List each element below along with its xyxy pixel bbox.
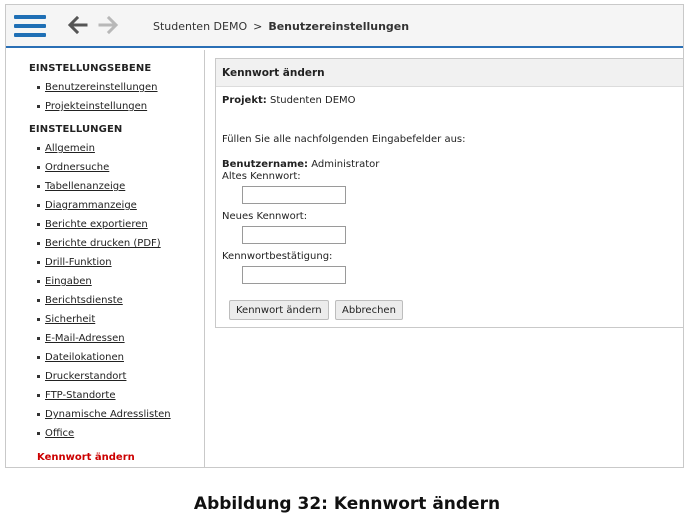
username-value: Administrator <box>311 159 380 170</box>
app-window: Studenten DEMO > Benutzereinstellungen EIN… <box>5 4 684 468</box>
project-value: Studenten DEMO <box>269 95 356 106</box>
change-password-button[interactable]: Kennwort ändern <box>229 300 329 320</box>
sidebar-item-dynamische-adresslisten[interactable]: Dynamische Adresslisten <box>37 409 171 420</box>
sidebar-item-dateilokationen[interactable]: Dateilokationen <box>37 352 124 363</box>
sidebar-item-kennwort-aendern[interactable]: Kennwort ändern <box>37 452 135 463</box>
confirm-password-label: Kennwortbestätigung: <box>222 251 333 262</box>
new-password-label: Neues Kennwort: <box>222 211 308 222</box>
top-bar: Studenten DEMO > Benutzereinstellungen <box>6 5 683 48</box>
breadcrumb-current: Benutzereinstellungen <box>268 20 410 33</box>
sidebar-item-diagrammanzeige[interactable]: Diagrammanzeige <box>37 200 137 211</box>
breadcrumb-project[interactable]: Studenten DEMO <box>153 20 247 33</box>
username-line: Benutzername: Administrator <box>222 159 379 170</box>
sidebar-item-berichte-exportieren[interactable]: Berichte exportieren <box>37 219 148 230</box>
sidebar-item-eingaben[interactable]: Eingaben <box>37 276 92 287</box>
sidebar-item-allgemein[interactable]: Allgemein <box>37 143 95 154</box>
change-password-panel: Kennwort ändern Projekt: Studenten DEMO … <box>215 58 683 328</box>
old-password-field[interactable] <box>242 186 346 204</box>
username-label: Benutzername: <box>222 159 309 170</box>
hamburger-menu-icon[interactable] <box>14 13 46 39</box>
sidebar-item-sicherheit[interactable]: Sicherheit <box>37 314 95 325</box>
sidebar-item-email-adressen[interactable]: E-Mail-Adressen <box>37 333 125 344</box>
sidebar: EINSTELLUNGSEBENE Benutzereinstellungen … <box>6 50 205 467</box>
project-label: Projekt: <box>222 95 267 106</box>
sidebar-item-benutzereinstellungen[interactable]: Benutzereinstellungen <box>37 82 158 93</box>
old-password-label: Altes Kennwort: <box>222 171 301 182</box>
sidebar-item-projekteinstellungen[interactable]: Projekteinstellungen <box>37 101 147 112</box>
sidebar-item-druckerstandort[interactable]: Druckerstandort <box>37 371 126 382</box>
new-password-field[interactable] <box>242 226 346 244</box>
cancel-button[interactable]: Abbrechen <box>335 300 403 320</box>
sidebar-item-ordnersuche[interactable]: Ordnersuche <box>37 162 109 173</box>
sidebar-item-ftp-standorte[interactable]: FTP-Standorte <box>37 390 116 401</box>
sidebar-item-drill-funktion[interactable]: Drill-Funktion <box>37 257 112 268</box>
breadcrumb: Studenten DEMO > Benutzereinstellungen <box>153 20 409 33</box>
sidebar-item-berichtsdienste[interactable]: Berichtsdienste <box>37 295 123 306</box>
instruction-text: Füllen Sie alle nachfolgenden Eingabefel… <box>222 134 466 145</box>
figure-caption: Abbildung 32: Kennwort ändern <box>193 494 501 514</box>
sidebar-item-tabellenanzeige[interactable]: Tabellenanzeige <box>37 181 125 192</box>
arrow-left-icon[interactable] <box>66 14 88 36</box>
panel-title: Kennwort ändern <box>216 59 683 87</box>
sidebar-heading-settings-level: EINSTELLUNGSEBENE <box>29 63 152 74</box>
confirm-password-field[interactable] <box>242 266 346 284</box>
breadcrumb-separator: > <box>253 20 263 33</box>
project-line: Projekt: Studenten DEMO <box>222 95 356 106</box>
sidebar-item-office[interactable]: Office <box>37 428 74 439</box>
sidebar-heading-settings: EINSTELLUNGEN <box>29 124 123 135</box>
sidebar-item-berichte-drucken[interactable]: Berichte drucken (PDF) <box>37 238 161 249</box>
arrow-right-icon[interactable] <box>98 14 120 36</box>
